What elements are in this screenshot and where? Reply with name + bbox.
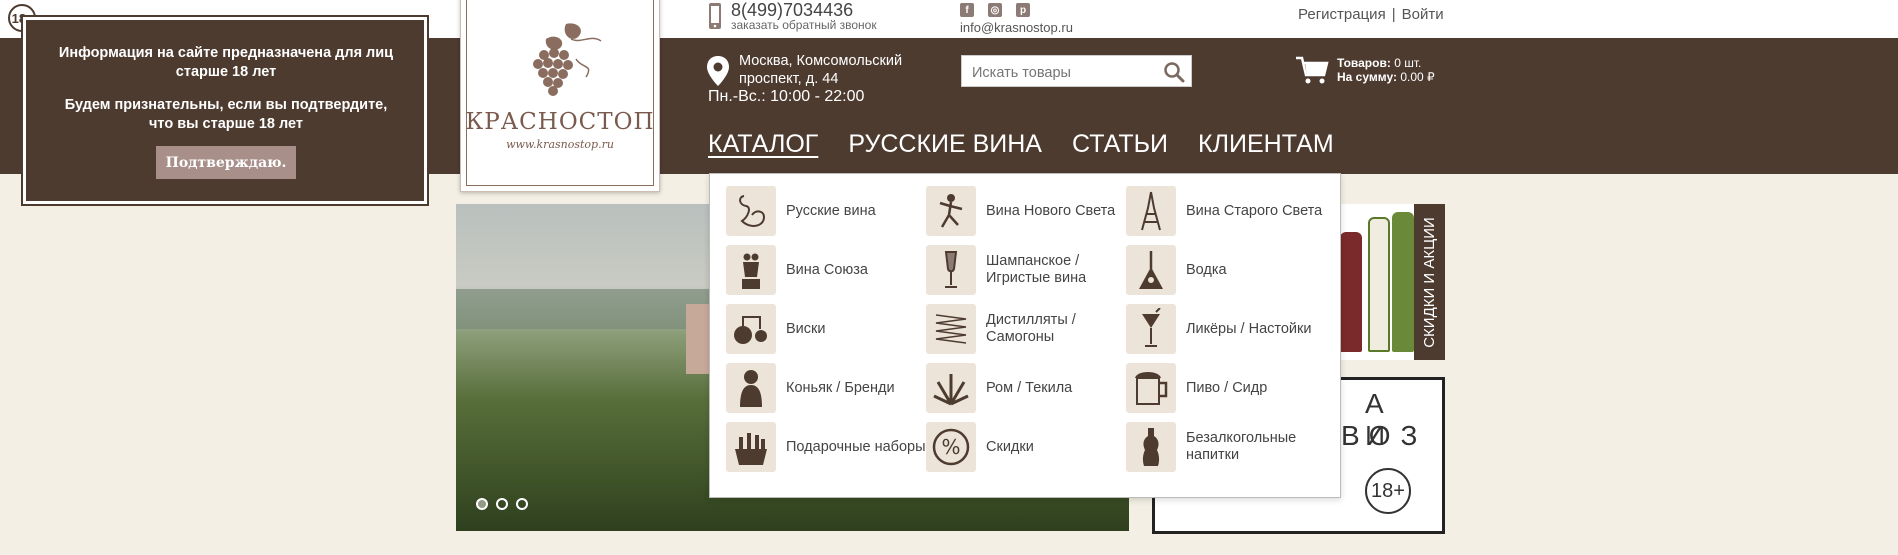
swan-icon	[726, 186, 776, 236]
catalog-item-liqueurs[interactable]: Ликёры / Настойки	[1126, 304, 1326, 354]
catalog-item-label: Виски	[786, 320, 826, 337]
catalog-item-whisky[interactable]: Виски	[726, 304, 926, 354]
location-pin-icon	[707, 56, 729, 86]
age-popup-request: Будем признательны, если вы подтвердите,…	[64, 97, 388, 132]
pinterest-icon[interactable]: p	[1016, 3, 1030, 17]
catalog-item-discounts[interactable]: % Скидки	[926, 422, 1126, 472]
catalog-item-old-world[interactable]: Вина Старого Света	[1126, 186, 1326, 236]
bottle-white	[1368, 217, 1390, 352]
catalog-item-label: Вина Старого Света	[1186, 202, 1323, 219]
search-icon[interactable]	[1163, 61, 1185, 83]
main-menu: КАТАЛОГ РУССКИЕ ВИНА СТАТЬИ КЛИЕНТАМ	[708, 130, 1334, 159]
bottle-green	[1392, 212, 1414, 352]
catalog-item-champagne[interactable]: Шампанское / Игристые вина	[926, 245, 1126, 295]
catalog-item-rum[interactable]: Ром / Текила	[926, 363, 1126, 413]
eiffel-tower-icon	[1126, 186, 1176, 236]
store-address: Москва, Комсомольский проспект, д. 44	[739, 53, 903, 87]
menu-clients[interactable]: КЛИЕНТАМ	[1198, 130, 1334, 159]
callback-link[interactable]: заказать обратный звонок	[731, 18, 877, 32]
slider-dot-2[interactable]	[496, 498, 508, 510]
catalog-item-new-world[interactable]: Вина Нового Света	[926, 186, 1126, 236]
auth-links: Регистрация | Войти	[1298, 6, 1444, 23]
catalog-item-label: Вина Союза	[786, 261, 868, 278]
social-links: f ◎ p	[960, 3, 1030, 17]
cart-summary[interactable]: Товаров: 0 шт. На сумму: 0.00 ₽	[1337, 56, 1435, 84]
cart-sum-value: 0.00 ₽	[1400, 70, 1435, 84]
instagram-icon[interactable]: ◎	[988, 3, 1002, 17]
search-input[interactable]	[970, 62, 1154, 84]
catalog-item-beer[interactable]: Пиво / Сидр	[1126, 363, 1326, 413]
catalog-item-distillates[interactable]: Дистилляты / Самогоны	[926, 304, 1126, 354]
register-link[interactable]: Регистрация	[1298, 6, 1386, 23]
logo-url: www.krasnostop.ru	[506, 138, 614, 151]
catalog-item-russian-wines[interactable]: Русские вина	[726, 186, 926, 236]
phone-icon	[709, 3, 721, 29]
beer-mug-icon	[1126, 363, 1176, 413]
facebook-icon[interactable]: f	[960, 3, 974, 17]
still-icon	[726, 304, 776, 354]
menu-catalog[interactable]: КАТАЛОГ	[708, 130, 818, 159]
catalog-item-label: Русские вина	[786, 202, 876, 219]
agave-icon	[926, 363, 976, 413]
promo-tag: СКИДКИ И АКЦИИ	[1414, 204, 1445, 360]
cocktail-icon	[1126, 304, 1176, 354]
logo-name: КРАСНОСТОП	[465, 109, 655, 135]
store-hours: Пн.-Вс.: 10:00 - 22:00	[708, 88, 865, 105]
svg-text:%: %	[941, 435, 960, 459]
catalog-item-label: Шампанское / Игристые вина	[986, 253, 1087, 286]
bottle-red	[1340, 232, 1362, 352]
catalog-item-label: Дистилляты / Самогоны	[986, 312, 1076, 345]
cart-icon[interactable]	[1295, 55, 1329, 85]
catalog-item-gifts[interactable]: Подарочные наборы	[726, 422, 926, 472]
logo[interactable]: КРАСНОСТОП www.krasnostop.ru	[460, 0, 660, 192]
email-link[interactable]: info@krasnostop.ru	[960, 20, 1073, 35]
catalog-item-union-wines[interactable]: Вина Союза	[726, 245, 926, 295]
coil-icon	[926, 304, 976, 354]
soda-bottle-icon	[1126, 422, 1176, 472]
catalog-item-label: Ликёры / Настойки	[1186, 320, 1312, 337]
age-popup-message: Информация на сайте предназначена для ли…	[58, 45, 394, 80]
percent-icon: %	[926, 422, 976, 472]
gift-basket-icon	[726, 422, 776, 472]
catalog-item-label: Пиво / Сидр	[1186, 379, 1268, 396]
grape-vine-icon	[533, 23, 602, 96]
bust-icon	[726, 363, 776, 413]
balalaika-icon	[1126, 245, 1176, 295]
catalog-item-soft-drinks[interactable]: Безалкогольные напитки	[1126, 422, 1326, 472]
catalog-dropdown: Русские вина Вина Нового Света Вина Стар…	[709, 173, 1341, 498]
catalog-item-label: Безалкогольные напитки	[1186, 430, 1297, 463]
catalog-item-label: Подарочные наборы	[786, 438, 926, 455]
cart-sum-label: На сумму:	[1337, 70, 1397, 84]
catalog-item-cognac[interactable]: Коньяк / Бренди	[726, 363, 926, 413]
catalog-item-label: Коньяк / Бренди	[786, 379, 895, 396]
confirm-age-button[interactable]: Подтверждаю.	[156, 146, 296, 179]
catalog-item-label: Скидки	[986, 438, 1034, 455]
auth-separator: |	[1391, 6, 1396, 23]
catalog-item-label: Ром / Текила	[986, 379, 1073, 396]
catalog-item-label: Вина Нового Света	[986, 202, 1116, 219]
cart-items-value: 0 шт.	[1394, 56, 1422, 70]
slider-dot-3[interactable]	[516, 498, 528, 510]
catalog-item-label: Водка	[1186, 261, 1227, 278]
cart-items-label: Товаров:	[1337, 56, 1391, 70]
catalog-item-vodka[interactable]: Водка	[1126, 245, 1326, 295]
age-verification-popup: Информация на сайте предназначена для ли…	[23, 17, 427, 204]
champagne-glass-icon	[926, 245, 976, 295]
promo-big-text-2: ВОЗ	[1341, 420, 1428, 451]
age-18-promo-icon: 18+	[1365, 468, 1411, 514]
search-box	[961, 55, 1192, 87]
monument-icon	[726, 245, 776, 295]
promo-discounts-banner[interactable]: СКИДКИ И АКЦИИ	[1336, 204, 1445, 360]
login-link[interactable]: Войти	[1402, 6, 1444, 23]
menu-russian-wines[interactable]: РУССКИЕ ВИНА	[848, 130, 1042, 159]
slider-dots	[476, 498, 528, 510]
promo-tag-text: СКИДКИ И АКЦИИ	[1421, 216, 1439, 348]
menu-articles[interactable]: СТАТЬИ	[1072, 130, 1168, 159]
dancer-icon	[926, 186, 976, 236]
slider-dot-1[interactable]	[476, 498, 488, 510]
